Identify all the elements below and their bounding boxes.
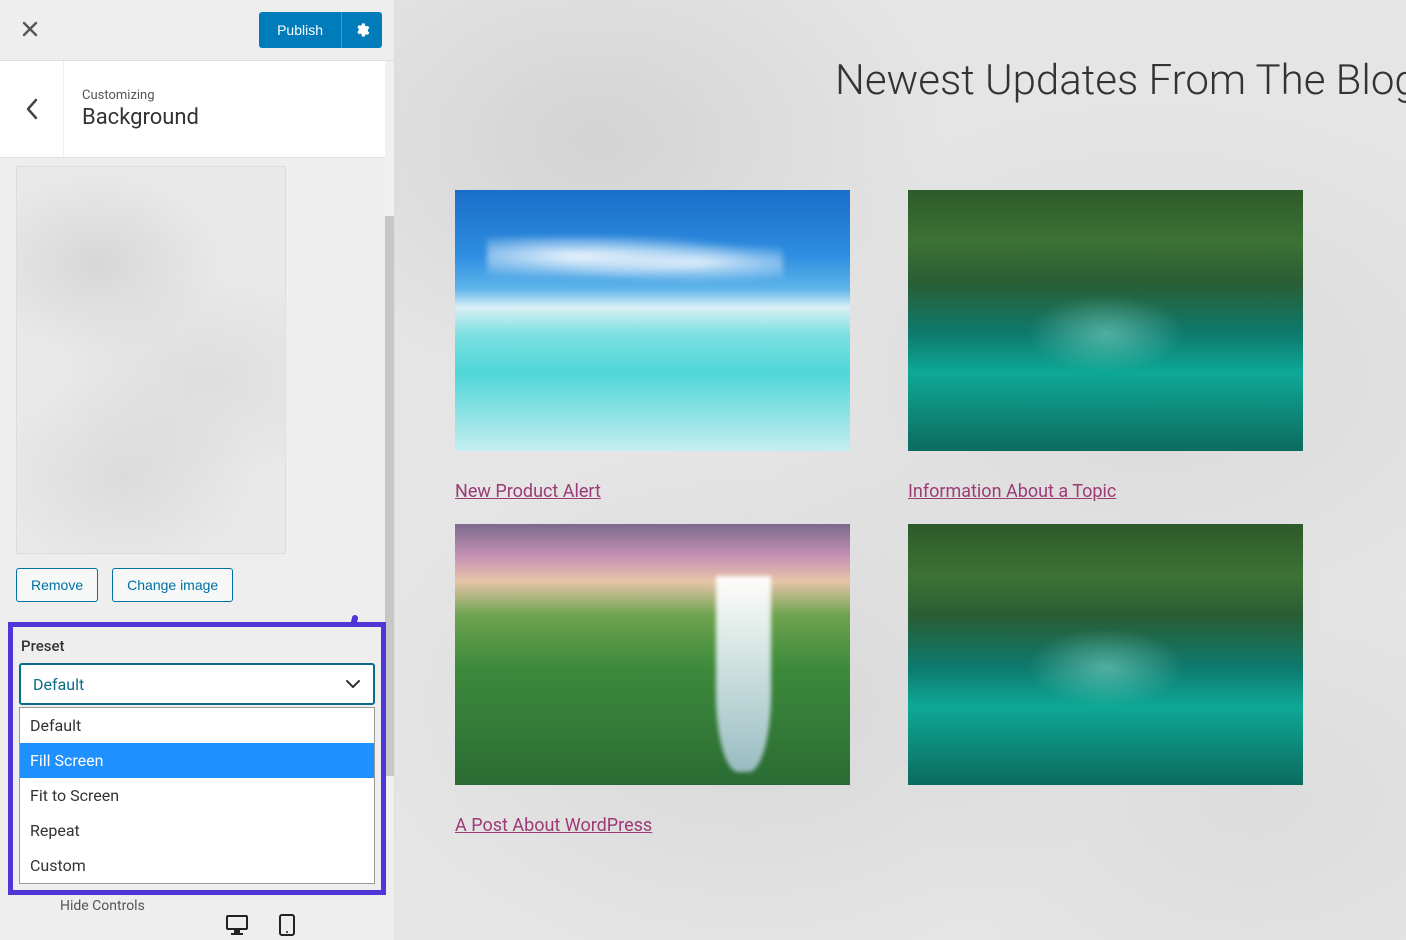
- preset-control: Preset Default Default Fill Screen Fit t…: [8, 622, 386, 895]
- publish-button[interactable]: Publish: [259, 12, 341, 48]
- app-root: Publish Customizing Background Re: [0, 0, 1406, 940]
- image-actions: Remove Change image: [0, 568, 394, 622]
- chevron-down-icon: [345, 679, 361, 689]
- preset-label: Preset: [19, 637, 375, 655]
- close-icon: [22, 21, 38, 37]
- preset-selected-value: Default: [33, 675, 84, 694]
- publish-settings-button[interactable]: [341, 12, 382, 48]
- background-thumbnail-wrap: [0, 166, 394, 568]
- preset-option-repeat[interactable]: Repeat: [20, 813, 374, 848]
- preset-option-default[interactable]: Default: [20, 708, 374, 743]
- post-card: Information About a Topic: [908, 190, 1303, 502]
- preset-option-fit-to-screen[interactable]: Fit to Screen: [20, 778, 374, 813]
- customizer-sidebar: Publish Customizing Background Re: [0, 0, 395, 940]
- section-subtitle: Customizing: [82, 88, 199, 103]
- post-link[interactable]: A Post About WordPress: [455, 815, 652, 836]
- desktop-icon[interactable]: [225, 914, 249, 936]
- post-image[interactable]: [455, 524, 850, 785]
- change-image-button[interactable]: Change image: [112, 568, 233, 602]
- post-image[interactable]: [455, 190, 850, 451]
- preview-heading: Newest Updates From The Blog: [395, 56, 1406, 105]
- post-card: A Post About WordPress: [455, 524, 850, 836]
- device-preview-icons: [225, 914, 297, 936]
- back-button[interactable]: [0, 61, 64, 157]
- chevron-left-icon: [25, 98, 39, 120]
- post-image[interactable]: [908, 190, 1303, 451]
- preset-dropdown: Default Fill Screen Fit to Screen Repeat…: [19, 707, 375, 884]
- remove-button[interactable]: Remove: [16, 568, 98, 602]
- preset-option-custom[interactable]: Custom: [20, 848, 374, 883]
- post-link[interactable]: Information About a Topic: [908, 481, 1116, 502]
- hide-controls-text: Hide Controls: [60, 898, 145, 914]
- background-thumbnail[interactable]: [16, 166, 286, 554]
- site-preview: Newest Updates From The Blog New Product…: [395, 0, 1406, 940]
- preset-option-fill-screen[interactable]: Fill Screen: [20, 743, 374, 778]
- sidebar-body: Remove Change image Preset Default Defau…: [0, 158, 394, 940]
- preset-select[interactable]: Default: [19, 663, 375, 705]
- sidebar-header: Publish: [0, 0, 394, 61]
- tablet-icon[interactable]: [277, 914, 297, 936]
- section-title-wrap: Customizing Background: [64, 70, 217, 148]
- section-header: Customizing Background: [0, 61, 394, 158]
- post-link[interactable]: New Product Alert: [455, 481, 601, 502]
- post-image[interactable]: [908, 524, 1303, 785]
- section-title: Background: [82, 105, 199, 130]
- post-card: [908, 524, 1303, 836]
- publish-group: Publish: [259, 12, 382, 48]
- post-card: New Product Alert: [455, 190, 850, 502]
- gear-icon: [354, 22, 370, 38]
- post-grid: New Product Alert Information About a To…: [455, 190, 1406, 836]
- close-button[interactable]: [12, 9, 48, 51]
